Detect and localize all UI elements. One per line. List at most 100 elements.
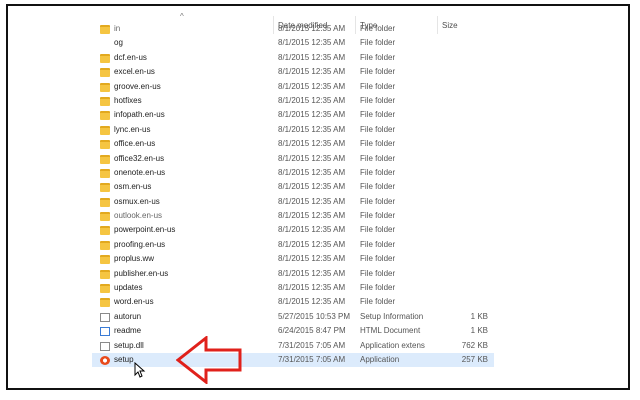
file-type: File folder (360, 225, 396, 235)
file-name: osmux.en-us (114, 196, 160, 206)
file-name: infopath.en-us (114, 110, 165, 120)
file-row[interactable]: dcf.en-us 8/1/2015 12:35 AM File folder (92, 51, 494, 65)
file-type: File folder (360, 139, 396, 149)
file-date: 8/1/2015 12:35 AM (278, 239, 346, 249)
file-row[interactable]: readme 6/24/2015 8:47 PM HTML Document 1 KB (92, 324, 494, 338)
file-date: 8/1/2015 12:35 AM (278, 182, 346, 192)
file-name: in (114, 24, 121, 33)
folder-icon (100, 53, 110, 63)
folder-icon (100, 125, 110, 135)
folder-icon (100, 25, 110, 34)
file-name: office.en-us (114, 139, 156, 149)
file-row[interactable]: outlook.en-us 8/1/2015 12:35 AM File folde… (92, 209, 494, 223)
file-row[interactable]: publisher.en-us 8/1/2015 12:35 AM File fol… (92, 267, 494, 281)
file-type: File folder (360, 211, 396, 221)
office-app-icon (100, 355, 110, 365)
file-row[interactable]: in 8/1/2015 12:35 AM File folder (92, 22, 494, 36)
file-type: File folder (360, 38, 396, 48)
file-date: 8/1/2015 12:35 AM (278, 24, 346, 33)
file-size: 762 KB (461, 340, 488, 350)
dll-file-icon (100, 341, 110, 351)
file-row[interactable]: osmux.en-us 8/1/2015 12:35 AM File folder (92, 195, 494, 209)
file-date: 7/31/2015 7:05 AM (278, 340, 346, 350)
file-row[interactable]: setup.dll 7/31/2015 7:05 AM Application ex… (92, 339, 494, 353)
file-date: 8/1/2015 12:35 AM (278, 95, 346, 105)
file-row[interactable]: infopath.en-us 8/1/2015 12:35 AM File fold… (92, 108, 494, 122)
file-row[interactable]: lync.en-us 8/1/2015 12:35 AM File folder (92, 123, 494, 137)
file-date: 8/1/2015 12:35 AM (278, 254, 346, 264)
file-row[interactable]: office.en-us 8/1/2015 12:35 AM File folder (92, 137, 494, 151)
file-name: groove.en-us (114, 81, 161, 91)
file-row[interactable]: hotfixes 8/1/2015 12:35 AM File folder (92, 94, 494, 108)
sort-ascending-icon[interactable]: ^ (180, 12, 184, 21)
file-type: File folder (360, 67, 396, 77)
file-type: HTML Document (360, 326, 421, 336)
file-row[interactable]: updates 8/1/2015 12:35 AM File folder (92, 281, 494, 295)
file-name: osm.en-us (114, 182, 152, 192)
file-type: Application (360, 354, 400, 364)
file-name: hotfixes (114, 95, 142, 105)
file-name: excel.en-us (114, 67, 155, 77)
mouse-cursor-icon (134, 362, 146, 378)
file-name: proofing.en-us (114, 239, 166, 249)
file-name: lync.en-us (114, 124, 151, 134)
file-date: 8/1/2015 12:35 AM (278, 124, 346, 134)
file-type: File folder (360, 196, 396, 206)
file-type: File folder (360, 24, 396, 33)
file-type: Setup Information (360, 311, 424, 321)
file-date: 8/1/2015 12:35 AM (278, 283, 346, 293)
file-explorer-list: ^ Date modified Type Size in 8/1/2015 12:… (92, 8, 494, 376)
folder-icon (100, 111, 110, 121)
file-date: 8/1/2015 12:35 AM (278, 81, 346, 91)
file-row-selected[interactable]: setup 7/31/2015 7:05 AM Application 257 KB (92, 352, 494, 368)
file-date: 8/1/2015 12:35 AM (278, 268, 346, 278)
file-row[interactable]: excel.en-us 8/1/2015 12:35 AM File folder (92, 65, 494, 79)
folder-icon (100, 68, 110, 78)
file-date: 8/1/2015 12:35 AM (278, 211, 346, 221)
file-name: og (114, 38, 123, 48)
file-size: 1 KB (470, 326, 488, 336)
folder-icon (100, 240, 110, 250)
file-name: onenote.en-us (114, 167, 166, 177)
file-type: File folder (360, 52, 396, 62)
file-row[interactable]: word.en-us 8/1/2015 12:35 AM File folder (92, 295, 494, 309)
folder-icon (100, 197, 110, 207)
folder-icon (100, 154, 110, 164)
file-type: File folder (360, 153, 396, 163)
file-date: 8/1/2015 12:35 AM (278, 139, 346, 149)
file-type: File folder (360, 268, 396, 278)
file-row[interactable]: osm.en-us 8/1/2015 12:35 AM File folder (92, 180, 494, 194)
folder-icon (100, 140, 110, 150)
file-row[interactable]: proplus.ww 8/1/2015 12:35 AM File folder (92, 252, 494, 266)
file-type: File folder (360, 297, 396, 307)
file-date: 6/24/2015 8:47 PM (278, 326, 346, 336)
file-date: 7/31/2015 7:05 AM (278, 354, 346, 364)
file-row[interactable]: groove.en-us 8/1/2015 12:35 AM File folder (92, 80, 494, 94)
file-row[interactable]: og 8/1/2015 12:35 AM File folder (92, 36, 494, 50)
file-type: File folder (360, 239, 396, 249)
file-date: 8/1/2015 12:35 AM (278, 153, 346, 163)
file-name: readme (114, 326, 142, 336)
folder-icon (100, 284, 110, 294)
file-date: 8/1/2015 12:35 AM (278, 167, 346, 177)
file-type: File folder (360, 95, 396, 105)
folder-icon (100, 168, 110, 178)
file-row[interactable]: proofing.en-us 8/1/2015 12:35 AM File fold… (92, 238, 494, 252)
file-date: 8/1/2015 12:35 AM (278, 297, 346, 307)
file-date: 8/1/2015 12:35 AM (278, 225, 346, 235)
file-row[interactable]: powerpoint.en-us 8/1/2015 12:35 AM File fo… (92, 223, 494, 237)
file-row[interactable]: autorun 5/27/2015 10:53 PM Setup Informati… (92, 310, 494, 324)
file-type: Application extens (360, 340, 425, 350)
file-row[interactable]: office32.en-us 8/1/2015 12:35 AM File fold… (92, 152, 494, 166)
settings-file-icon (100, 312, 110, 322)
file-type: File folder (360, 254, 396, 264)
file-name: updates (114, 283, 143, 293)
file-name: proplus.ww (114, 254, 155, 264)
file-date: 8/1/2015 12:35 AM (278, 67, 346, 77)
file-name: dcf.en-us (114, 52, 147, 62)
file-name: setup.dll (114, 340, 144, 350)
file-name: office32.en-us (114, 153, 165, 163)
file-date: 8/1/2015 12:35 AM (278, 196, 346, 206)
file-row[interactable]: onenote.en-us 8/1/2015 12:35 AM File folde… (92, 166, 494, 180)
folder-icon (100, 269, 110, 279)
